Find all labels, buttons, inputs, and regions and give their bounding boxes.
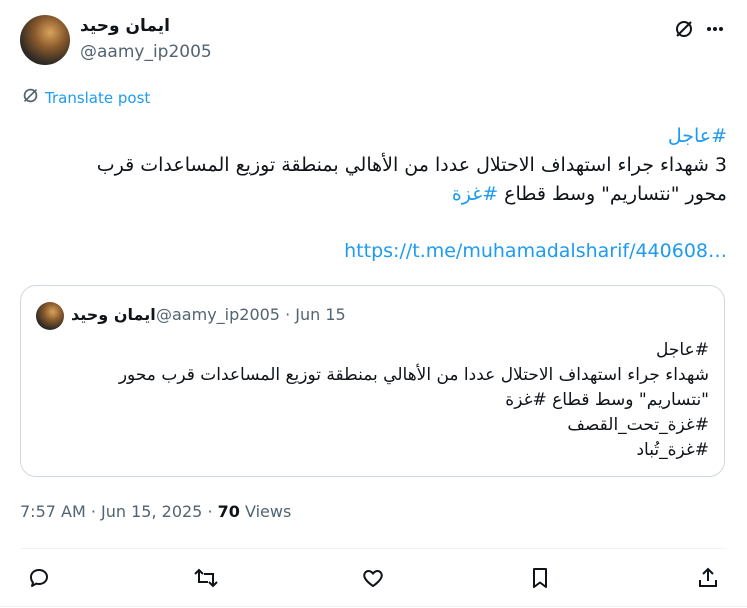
tweet-link[interactable]: https://t.me/muhamadalsharif/440608…	[344, 240, 727, 262]
author-name[interactable]: ايمان وحيد	[80, 16, 170, 36]
tweet-line: 3 شهداء جراء استهداف الاحتلال عددا من ال…	[96, 154, 727, 176]
post-time: 7:57 AM · Jun 15, 2025 ·	[20, 502, 218, 521]
quote-line: #غزة_تحت_القصف	[567, 415, 709, 435]
quote-line: #عاجل	[656, 340, 709, 360]
like-icon[interactable]	[357, 562, 389, 594]
translate-icon	[22, 87, 39, 108]
divider	[20, 548, 727, 549]
quote-meta: @aamy_ip2005 · Jun 15	[156, 305, 346, 324]
tweet-line-text: محور "نتساريم" وسط قطاع	[498, 183, 727, 205]
translate-label: Translate post	[45, 88, 151, 107]
bottom-divider	[0, 606, 747, 607]
quote-author-name: ايمان وحيد	[71, 305, 156, 324]
author-avatar[interactable]	[20, 15, 70, 65]
share-icon[interactable]	[692, 562, 724, 594]
post-timestamp[interactable]: 7:57 AM · Jun 15, 2025 · 70 Views	[20, 502, 291, 521]
action-bar	[20, 562, 727, 594]
hashtag-gaza[interactable]: #غزة	[452, 183, 498, 205]
quote-line: "نتساريم" وسط قطاع #غزة	[505, 390, 709, 410]
tweet-text: #عاجل 3 شهداء جراء استهداف الاحتلال عددا…	[27, 122, 727, 209]
tweet-line: محور "نتساريم" وسط قطاع #غزة	[27, 180, 727, 209]
views-count: 70	[217, 502, 240, 521]
quote-text: #عاجل شهداء جراء استهداف الاحتلال عددا م…	[49, 338, 709, 463]
bookmark-icon[interactable]	[524, 562, 556, 594]
quoted-post[interactable]: ايمان وحيد @aamy_ip2005 · Jun 15 #عاجل ش…	[20, 285, 725, 477]
quote-line: #غزة_تُباد	[636, 440, 709, 460]
views-label: Views	[239, 502, 292, 521]
reply-icon[interactable]	[23, 562, 55, 594]
grok-icon[interactable]	[672, 17, 696, 41]
hashtag-urgent[interactable]: #عاجل	[27, 122, 727, 151]
retweet-icon[interactable]	[190, 562, 222, 594]
translate-post-link[interactable]: Translate post	[22, 87, 150, 108]
quote-line: شهداء جراء استهداف الاحتلال عددا من الأه…	[118, 365, 709, 385]
more-icon[interactable]	[703, 17, 727, 41]
quote-avatar[interactable]	[36, 302, 64, 330]
author-handle[interactable]: @aamy_ip2005	[80, 42, 212, 62]
